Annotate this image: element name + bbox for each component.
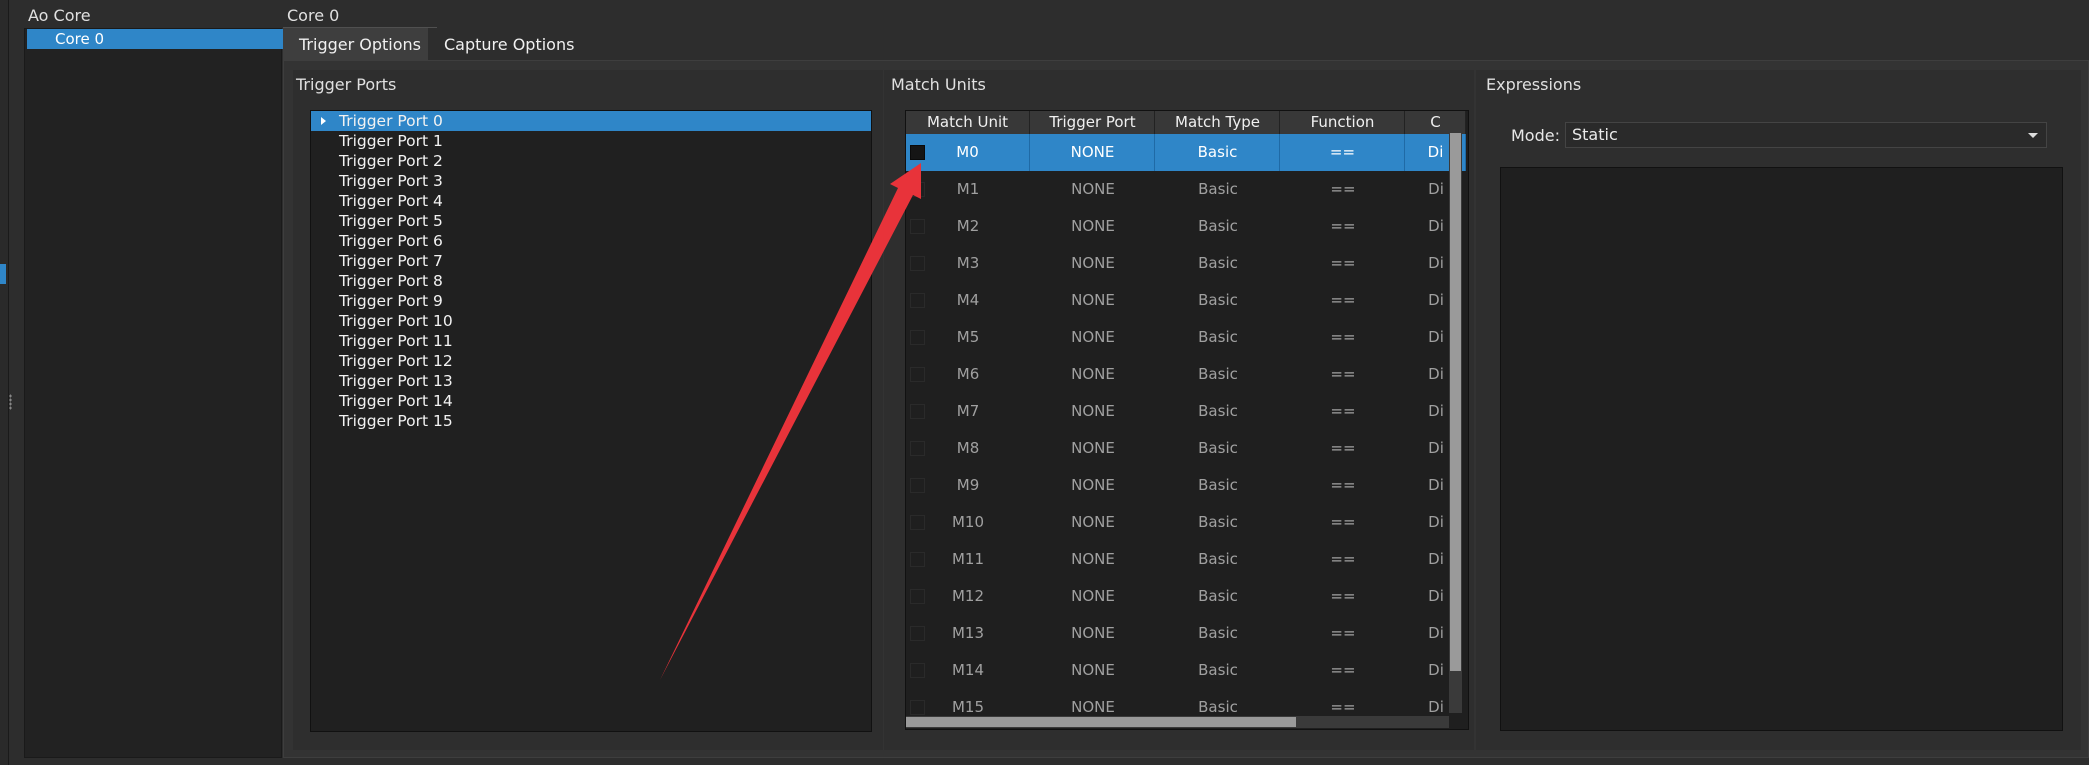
- annotation-arrow: [660, 163, 921, 680]
- annotation-arrow-shape: [660, 163, 921, 680]
